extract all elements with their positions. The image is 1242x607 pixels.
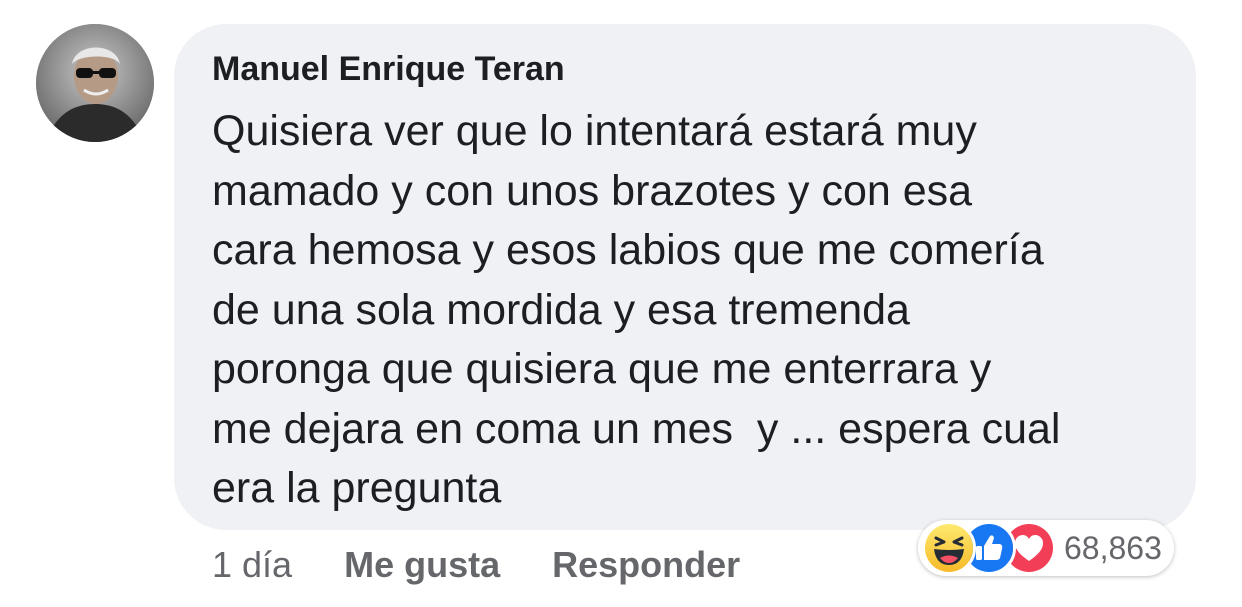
- profile-photo: [36, 24, 154, 142]
- comment-text: Quisiera ver que lo intentará estará muy…: [212, 102, 1182, 519]
- reactions-count: 68,863: [1064, 529, 1162, 566]
- comment-text-line: era la pregunta: [212, 464, 502, 512]
- comment-text-line: mamado y con unos brazotes y con esa: [212, 166, 973, 215]
- comment-text-line: de una sola mordida y esa tremenda: [212, 285, 910, 334]
- haha-icon: [922, 521, 976, 575]
- comment-bubble: Manuel Enrique Teran Quisiera ver que lo…: [174, 24, 1196, 530]
- comment-text-line: me dejara en coma un mes y ... espera cu…: [212, 404, 1061, 453]
- comment-timestamp[interactable]: 1 día: [212, 544, 292, 586]
- comment-text-line: poronga que quisiera que me enterrara y: [212, 345, 992, 393]
- like-button[interactable]: Me gusta: [344, 544, 500, 586]
- comment-text-line: Quisiera ver que lo intentará estará muy: [212, 107, 977, 155]
- avatar[interactable]: [36, 24, 154, 142]
- comment-text-line: cara hemosa y esos labios que me comería: [212, 226, 1044, 274]
- reply-button[interactable]: Responder: [552, 544, 740, 586]
- reactions-summary[interactable]: 68,863: [918, 520, 1174, 576]
- comment-actions: 1 día Me gusta Responder: [212, 540, 792, 590]
- comment-author[interactable]: Manuel Enrique Teran: [212, 50, 565, 89]
